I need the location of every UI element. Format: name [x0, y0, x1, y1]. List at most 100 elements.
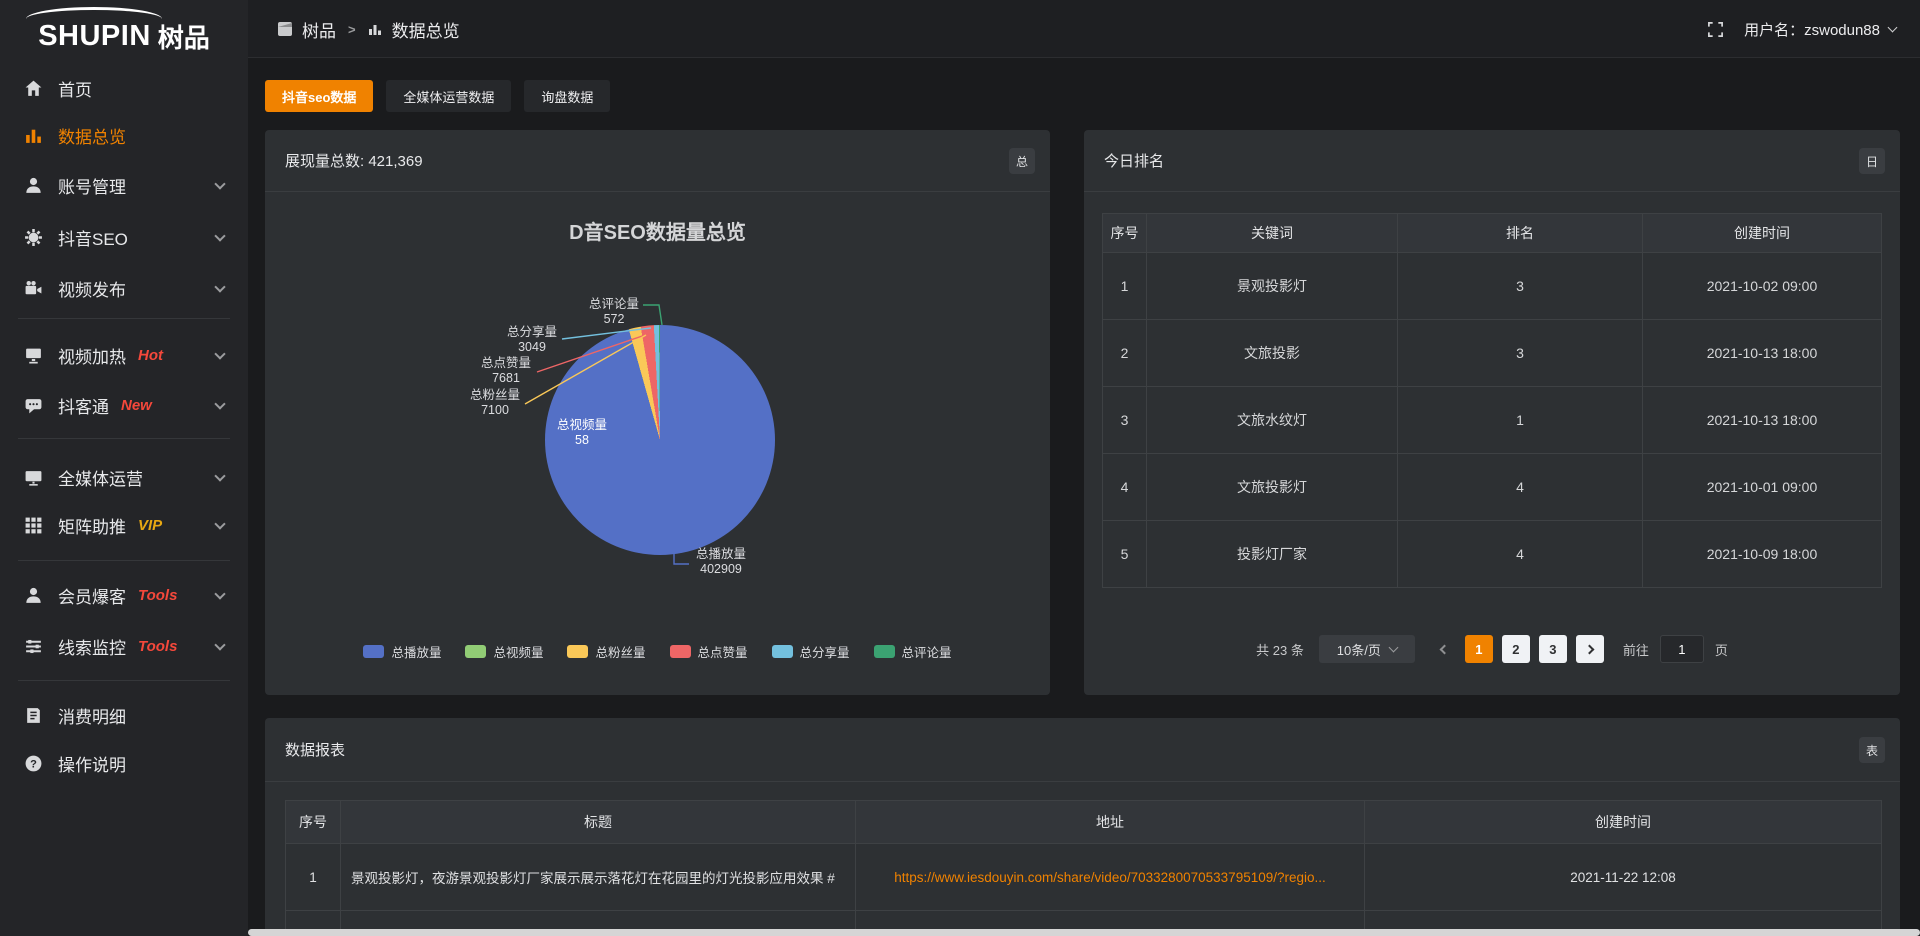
tab-douyin-seo-data[interactable]: 抖音seo数据 — [265, 80, 373, 112]
fullscreen-icon[interactable] — [1707, 21, 1724, 38]
sidebar-item-member-tools[interactable]: 会员爆客 Tools — [0, 570, 248, 620]
report-panel-header: 数据报表 — [265, 718, 1900, 782]
user-icon — [24, 176, 43, 195]
page-size-value: 10条/页 — [1337, 640, 1381, 659]
cell-keyword: 文旅投影 — [1147, 320, 1398, 387]
legend-item-likes[interactable]: 总点赞量 — [670, 642, 748, 661]
chevron-down-icon — [214, 470, 225, 481]
total-badge[interactable]: 总 — [1009, 148, 1035, 174]
table-row: 3 文旅水纹灯 1 2021-10-13 18:00 — [1103, 387, 1882, 454]
cell-created: 2021-10-09 18:00 — [1643, 521, 1882, 588]
cell-keyword: 文旅投影灯 — [1147, 454, 1398, 521]
sidebar-item-expense-detail[interactable]: 消费明细 — [0, 690, 248, 740]
breadcrumb-separator: > — [348, 22, 356, 37]
topbar: 树品 > 数据总览 用户名：zswodun88 — [248, 0, 1920, 58]
column-header-no: 序号 — [1103, 214, 1147, 253]
pie-chart-title: D音SEO数据量总览 — [265, 216, 1050, 245]
logo-text-cn: 树品 — [158, 18, 210, 55]
sidebar-divider — [18, 318, 230, 319]
page-size-select[interactable]: 10条/页 — [1319, 635, 1415, 663]
goto-suffix-label: 页 — [1715, 640, 1728, 659]
home-icon — [24, 79, 43, 98]
sidebar-item-media-ops[interactable]: 全媒体运营 — [0, 452, 248, 502]
cell-title: 景观投影灯，夜游景观投影灯厂家展示展示落花灯在花园里的灯光投影应用效果 # — [341, 844, 856, 911]
pie-label-shares: 总分享量3049 — [503, 325, 561, 355]
sidebar-item-home[interactable]: 首页 — [0, 63, 248, 113]
day-badge[interactable]: 日 — [1859, 148, 1885, 174]
hot-badge: Hot — [138, 347, 163, 364]
tab-inquiry-data[interactable]: 询盘数据 — [524, 80, 610, 112]
breadcrumb-page[interactable]: 数据总览 — [392, 17, 460, 42]
sidebar-divider — [18, 438, 230, 439]
chevron-down-icon — [214, 178, 225, 189]
sidebar: SHUPIN 树品 首页 数据总览 账号管理 抖音SEO 视频发布 — [0, 0, 248, 936]
chevron-down-icon — [214, 348, 225, 359]
cell-created: 2021-10-13 18:00 — [1643, 320, 1882, 387]
breadcrumb-app[interactable]: 树品 — [302, 17, 336, 42]
sidebar-item-doukertong[interactable]: 抖客通 New — [0, 380, 248, 430]
sidebar-item-matrix-boost[interactable]: 矩阵助推 VIP — [0, 500, 248, 550]
table-row: 1 景观投影灯，夜游景观投影灯厂家展示展示落花灯在花园里的灯光投影应用效果 # … — [286, 844, 1882, 911]
chevron-left-icon — [1440, 644, 1450, 654]
goto-page-input[interactable] — [1660, 635, 1704, 663]
user-menu[interactable]: 用户名：zswodun88 — [1744, 19, 1896, 40]
bar-chart-icon — [24, 126, 43, 145]
next-page-button[interactable] — [1576, 635, 1604, 663]
tools-badge: Tools — [138, 587, 177, 604]
sidebar-item-label: 视频加热 — [58, 343, 126, 368]
pie-label-videos: 总视频量58 — [553, 418, 611, 448]
legend-item-videos[interactable]: 总视频量 — [465, 642, 543, 661]
sidebar-divider — [18, 560, 230, 561]
sidebar-item-clue-monitor[interactable]: 线索监控 Tools — [0, 621, 248, 671]
tab-media-ops-data[interactable]: 全媒体运营数据 — [386, 80, 511, 112]
sidebar-item-label: 视频发布 — [58, 276, 126, 301]
sidebar-item-label: 全媒体运营 — [58, 465, 143, 490]
pie-label-likes: 总点赞量7681 — [476, 356, 536, 386]
sidebar-item-video-heat[interactable]: 视频加热 Hot — [0, 330, 248, 380]
sidebar-item-douyin-seo[interactable]: 抖音SEO — [0, 212, 248, 262]
page-button-1[interactable]: 1 — [1465, 635, 1493, 663]
today-ranking-table: 序号 关键词 排名 创建时间 1 景观投影灯 3 2021-10-02 09:0… — [1102, 213, 1882, 588]
page-button-2[interactable]: 2 — [1502, 635, 1530, 663]
goto-label: 前往 — [1623, 640, 1649, 659]
chat-bubble-icon — [24, 396, 43, 415]
sidebar-item-video-publish[interactable]: 视频发布 — [0, 263, 248, 313]
legend-item-fans[interactable]: 总粉丝量 — [567, 642, 645, 661]
chevron-down-icon — [214, 398, 225, 409]
sidebar-item-label: 首页 — [58, 76, 92, 101]
brand-logo[interactable]: SHUPIN 树品 — [0, 0, 248, 64]
overview-panel: 展现量总数: 421,369 总 D音SEO数据量总览 总评论量572 总分享量… — [265, 130, 1050, 695]
sidebar-divider — [18, 680, 230, 681]
legend-swatch — [772, 645, 793, 658]
page-button-3[interactable]: 3 — [1539, 635, 1567, 663]
cell-no: 4 — [1103, 454, 1147, 521]
breadcrumb: 树品 > 数据总览 — [278, 0, 460, 58]
data-source-tabs: 抖音seo数据 全媒体运营数据 询盘数据 — [265, 80, 610, 112]
new-badge: New — [121, 397, 152, 414]
topbar-right: 用户名：zswodun88 — [1707, 0, 1896, 58]
table-row: 4 文旅投影灯 4 2021-10-01 09:00 — [1103, 454, 1882, 521]
legend-item-plays[interactable]: 总播放量 — [363, 642, 441, 661]
sidebar-item-account[interactable]: 账号管理 — [0, 160, 248, 210]
pagination: 共 23 条 10条/页 1 2 3 前往 页 — [1084, 635, 1900, 663]
grid-icon — [24, 516, 43, 535]
sidebar-item-label: 操作说明 — [58, 751, 126, 776]
username-text: 用户名：zswodun88 — [1744, 19, 1880, 40]
horizontal-scrollbar[interactable] — [248, 929, 1920, 936]
pie-label-plays: 总播放量402909 — [689, 547, 753, 577]
sidebar-item-label: 消费明细 — [58, 703, 126, 728]
gear-icon — [24, 228, 43, 247]
sidebar-item-label: 抖客通 — [58, 393, 109, 418]
cell-url-link[interactable]: https://www.iesdouyin.com/share/video/70… — [856, 844, 1365, 911]
total-count-label: 共 23 条 — [1256, 640, 1304, 659]
cell-rank: 4 — [1398, 521, 1643, 588]
chevron-down-icon — [214, 588, 225, 599]
legend-item-comments[interactable]: 总评论量 — [874, 642, 952, 661]
legend-item-shares[interactable]: 总分享量 — [772, 642, 850, 661]
table-badge[interactable]: 表 — [1859, 737, 1885, 763]
pie-legend: 总播放量 总视频量 总粉丝量 总点赞量 总分享量 总评论量 — [265, 642, 1050, 661]
sidebar-item-instructions[interactable]: ? 操作说明 — [0, 738, 248, 788]
cell-no: 5 — [1103, 521, 1147, 588]
sidebar-item-data-overview[interactable]: 数据总览 — [0, 110, 248, 160]
prev-page-button[interactable] — [1434, 635, 1456, 663]
